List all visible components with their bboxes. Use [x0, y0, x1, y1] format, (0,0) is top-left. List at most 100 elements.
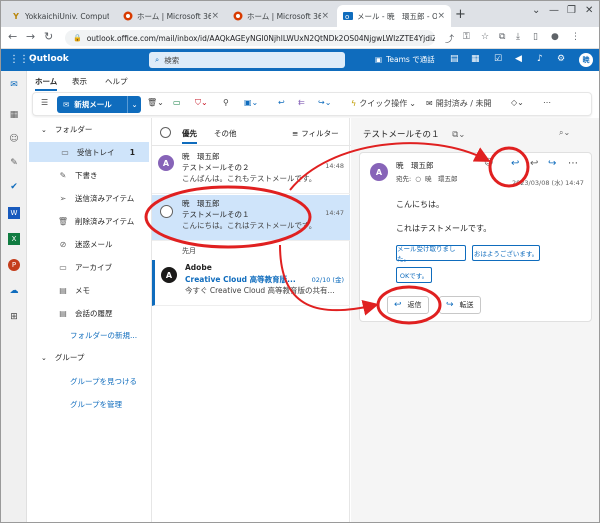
report-icon[interactable]: ⛉⌄ — [195, 98, 208, 108]
delete-icon[interactable]: 🗑⌄ — [147, 98, 164, 107]
reply-all-icon[interactable]: ↩ — [530, 158, 538, 169]
manage-groups-link[interactable]: グループを管理 — [70, 399, 122, 410]
folder-archive[interactable]: ▭ アーカイブ — [27, 257, 151, 277]
sweep-icon[interactable]: ⚲ — [223, 98, 229, 107]
profile-icon[interactable]: ● — [551, 32, 559, 42]
more-icon[interactable]: ⋮ — [571, 32, 580, 42]
chevron-down-icon[interactable]: ⌄ — [532, 5, 540, 16]
suggested-reply-button[interactable]: OKです。 — [396, 267, 432, 283]
more-icon[interactable]: ⋯ — [543, 98, 551, 107]
folder-notes[interactable]: ▤ メモ — [27, 280, 151, 300]
new-mail-button[interactable]: ✉ 新規メール ⌄ — [57, 96, 141, 113]
mail-icon[interactable]: ✉ — [8, 79, 20, 91]
tab-help[interactable]: ヘルプ — [105, 76, 128, 87]
emoji-icon[interactable]: ☺ — [484, 158, 493, 168]
forward-icon[interactable]: ↪⌄ — [318, 98, 331, 107]
reload-icon[interactable]: ↻ — [44, 30, 53, 43]
hamburger-icon[interactable]: ☰ — [41, 98, 48, 107]
folders-header[interactable]: ⌄ フォルダー — [41, 124, 92, 135]
share-icon[interactable]: ⤴ — [445, 32, 454, 45]
close-icon[interactable]: × — [437, 11, 445, 21]
groups-header[interactable]: ⌄ グループ — [41, 352, 84, 363]
address-bar-row: ← → ↻ 🔒 outlook.office.com/mail/inbox/id… — [1, 27, 599, 49]
zoom-icon[interactable]: ⌕⌄ — [559, 128, 570, 138]
message-subject: テストメールその２ — [182, 163, 250, 172]
folder-drafts[interactable]: ✎ 下書き — [27, 165, 151, 185]
attach-icon[interactable]: ✎ — [8, 157, 20, 169]
more-icon[interactable]: ⋯ — [568, 158, 578, 169]
suggested-reply-button[interactable]: メール受け取りました。 — [396, 245, 466, 263]
folder-deleted[interactable]: 🗑 削除済みアイテム — [27, 211, 151, 231]
sidepanel-icon[interactable]: ▯ — [533, 32, 538, 42]
browser-tab[interactable]: ホーム | Microsoft 365 × — [117, 5, 225, 27]
select-radio[interactable] — [160, 205, 173, 218]
todo-icon[interactable]: ☑ — [494, 54, 502, 64]
download-icon[interactable]: ⤓ — [516, 32, 520, 42]
folder-junk[interactable]: ⊘ 迷惑メール — [27, 234, 151, 254]
filter-button[interactable]: ≡ フィルター — [292, 128, 339, 139]
extension-icon[interactable]: ⧉ — [499, 32, 505, 42]
avatar[interactable]: 暁 — [579, 53, 593, 67]
star-icon[interactable]: ☆ — [481, 32, 489, 42]
list-item[interactable]: A Adobe Creative Cloud 高等教育版... 今すぐ Crea… — [152, 260, 350, 306]
tab-home[interactable]: ホーム — [35, 76, 58, 91]
tag-icon[interactable]: ◇⌄ — [511, 98, 524, 107]
archive-icon[interactable]: ▭ — [173, 98, 181, 107]
chevron-down-icon[interactable]: ⌄ — [127, 96, 141, 113]
read-unread-button[interactable]: ✉ 開封済み / 未開 — [426, 98, 491, 109]
forward-button[interactable]: ↪ 転送 — [439, 296, 481, 314]
new-folder-link[interactable]: フォルダーの新規... — [70, 330, 137, 341]
apps-icon[interactable]: ⊞ — [8, 311, 20, 323]
calendar-icon[interactable]: ▦ — [471, 54, 480, 64]
to-name: 暁 環五郎 — [425, 175, 458, 183]
tab-other[interactable]: その他 — [214, 128, 237, 139]
browser-tab-active[interactable]: o メール - 暁 環五郎 - Out × — [337, 5, 451, 27]
list-item[interactable]: A 暁 環五郎 テストメールその２ こんばんは。これもテストメールです。 14:… — [152, 148, 350, 194]
summary-icon[interactable]: ⧉⌄ — [452, 130, 465, 140]
browser-tab[interactable]: Y YokkaichiUniv. Compute — [5, 5, 115, 27]
megaphone-icon[interactable]: ◀ — [515, 54, 522, 64]
quick-steps-button[interactable]: ϟ クイック操作 ⌄ — [351, 98, 416, 109]
list-item-selected[interactable]: 暁 環五郎 テストメールその１ こんにちは。これはテストメールです。 14:47 — [152, 195, 350, 241]
close-icon[interactable]: × — [321, 11, 329, 21]
suggested-reply-button[interactable]: おはようございます。 — [472, 245, 540, 261]
folder-history[interactable]: ▤ 会話の履歴 — [27, 303, 151, 323]
forward-icon[interactable]: → — [26, 30, 35, 43]
onedrive-icon[interactable]: ☁ — [8, 285, 20, 297]
forward-icon[interactable]: ↪ — [548, 158, 556, 169]
select-all-checkbox[interactable] — [160, 127, 171, 138]
calendar-icon[interactable]: ▦ — [8, 109, 20, 121]
word-icon[interactable]: W — [8, 207, 20, 219]
restore-icon[interactable]: ❐ — [567, 5, 576, 16]
url-bar[interactable]: 🔒 outlook.office.com/mail/inbox/id/AAQkA… — [65, 30, 435, 46]
back-icon[interactable]: ← — [8, 30, 17, 43]
search-input[interactable]: ⌕ 検索 — [149, 52, 345, 68]
reply-icon[interactable]: ↩ — [511, 158, 519, 169]
reply-button[interactable]: ↩ 返信 — [387, 296, 429, 314]
reply-icon: ↩ — [394, 300, 402, 310]
key-icon[interactable]: ⚿ — [463, 32, 470, 42]
bell-icon[interactable]: ♪ — [537, 54, 543, 64]
excel-icon[interactable]: X — [8, 233, 20, 245]
folder-sent[interactable]: ➢ 送信済みアイテム — [27, 188, 151, 208]
gear-icon[interactable]: ⚙ — [557, 54, 565, 64]
message-time: 02/10 (金) — [311, 276, 344, 284]
reply-icon[interactable]: ↩ — [278, 98, 285, 107]
reply-all-icon[interactable]: ⇇ — [298, 98, 305, 107]
tab-view[interactable]: 表示 — [72, 76, 87, 87]
discover-groups-link[interactable]: グループを見つける — [70, 376, 137, 387]
todo-check-icon[interactable]: ✔ — [8, 181, 20, 193]
tab-focused[interactable]: 優先 — [182, 128, 197, 144]
browser-tab[interactable]: ホーム | Microsoft 365 × — [227, 5, 335, 27]
move-icon[interactable]: ▣⌄ — [244, 98, 258, 107]
new-tab-button[interactable]: + — [455, 7, 466, 22]
close-window-icon[interactable]: ✕ — [585, 5, 593, 16]
teams-call-button[interactable]: ▣ Teams で通話 — [375, 54, 435, 65]
chat-icon[interactable]: ▤ — [450, 54, 459, 64]
minimize-icon[interactable]: — — [549, 5, 559, 16]
powerpoint-icon[interactable]: P — [8, 259, 20, 271]
people-icon[interactable]: ☺ — [8, 133, 20, 145]
folder-inbox[interactable]: ▭ 受信トレイ 1 — [29, 142, 149, 162]
message-sender: 暁 環五郎 — [182, 199, 220, 208]
close-icon[interactable]: × — [211, 11, 219, 21]
